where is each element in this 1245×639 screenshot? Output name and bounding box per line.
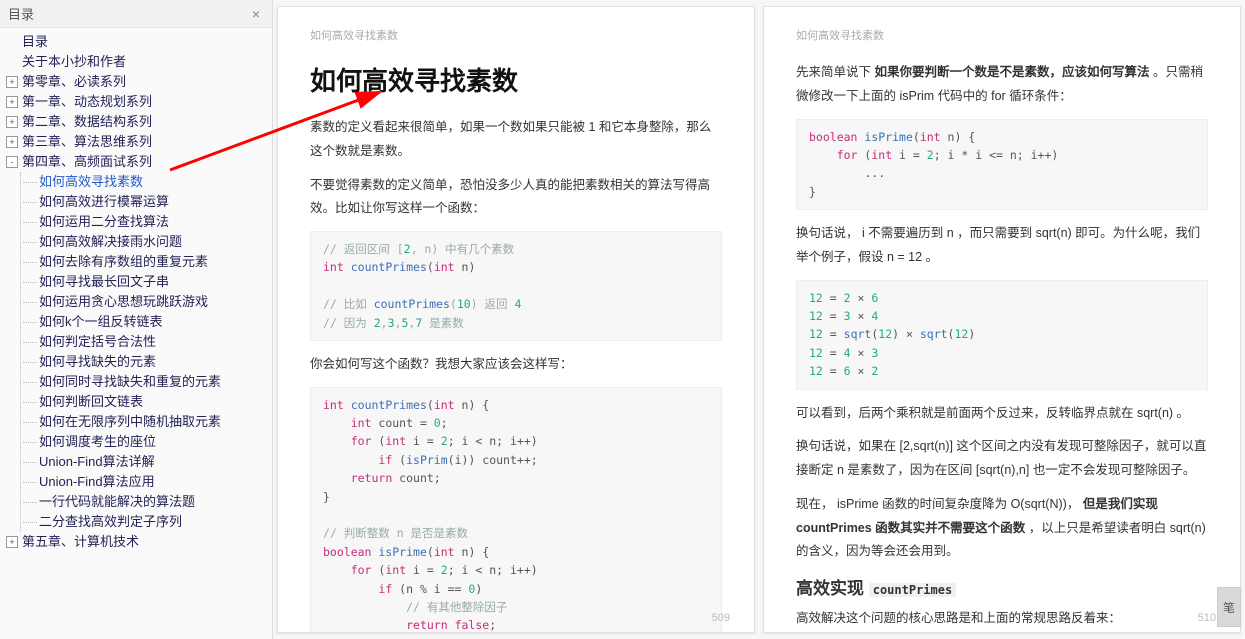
toc-item[interactable]: 如何判断回文链表 [23, 392, 272, 412]
page-number: 510 [1198, 612, 1216, 624]
toc-item[interactable]: 二分查找高效判定子序列 [23, 512, 272, 532]
toc-item-label: 如何高效进行模幂运算 [39, 192, 169, 212]
paragraph: 换句话说，如果在 [2,sqrt(n)] 这个区间之内没有发现可整除因子，就可以… [796, 435, 1208, 483]
collapse-icon[interactable]: - [6, 156, 18, 168]
code-block: int countPrimes(int n) { int count = 0; … [310, 387, 722, 633]
text-bold: 如果你要判断一个数是不是素数，应该如何写算法 [875, 65, 1150, 79]
toc-item[interactable]: 如何在无限序列中随机抽取元素 [23, 412, 272, 432]
close-icon[interactable]: × [248, 6, 264, 22]
toc-item[interactable]: 如何判定括号合法性 [23, 332, 272, 352]
toc-item-label: 如何判断回文链表 [39, 392, 143, 412]
toc-item[interactable]: 如何k个一组反转链表 [23, 312, 272, 332]
toc-item[interactable]: + 第零章、必读系列 [6, 72, 272, 92]
expand-icon[interactable]: + [6, 536, 18, 548]
toc-item-label: 目录 [22, 32, 48, 52]
page-left: 如何高效寻找素数 如何高效寻找素数 素数的定义看起来很简单，如果一个数如果只能被… [277, 6, 755, 633]
toc-item-label: 如何运用贪心思想玩跳跃游戏 [39, 292, 208, 312]
paragraph: 可以看到，后两个乘积就是前面两个反过来，反转临界点就在 sqrt(n) 。 [796, 402, 1208, 426]
running-head: 如何高效寻找素数 [796, 27, 1208, 43]
running-head: 如何高效寻找素数 [310, 27, 722, 43]
toc-item-label: 如何去除有序数组的重复元素 [39, 252, 208, 272]
toc-item[interactable]: 如何调度考生的座位 [23, 432, 272, 452]
toc-item[interactable]: 如何寻找最长回文子串 [23, 272, 272, 292]
toc-item-label: 一行代码就能解决的算法题 [39, 492, 195, 512]
toc-item[interactable]: 关于本小抄和作者 [6, 52, 272, 72]
toc-item[interactable]: + 第五章、计算机技术 [6, 532, 272, 552]
toc-item[interactable]: + 第三章、算法思维系列 [6, 132, 272, 152]
toc-item-label: 如何调度考生的座位 [39, 432, 156, 452]
toc-item[interactable]: + 第二章、数据结构系列 [6, 112, 272, 132]
toc-body: 目录关于本小抄和作者 + 第零章、必读系列 + 第一章、动态规划系列 + 第二章、数据结构系… [0, 28, 272, 639]
paragraph: 换句话说， i 不需要遍历到 n ，而只需要到 sqrt(n) 即可。为什么呢，… [796, 222, 1208, 270]
notes-button-label: 笔 [1223, 599, 1235, 616]
text: 先来简单说下 [796, 65, 871, 79]
code-block: boolean isPrime(int n) { for (int i = 2;… [796, 119, 1208, 211]
page-number: 509 [712, 612, 730, 624]
toc-item-label: 如何运用二分查找算法 [39, 212, 169, 232]
toc-item[interactable]: 如何寻找缺失的元素 [23, 352, 272, 372]
paragraph: 高效解决这个问题的核心思路是和上面的常规思路反着来： [796, 607, 1208, 631]
toc-item-label: 第三章、算法思维系列 [22, 132, 152, 152]
page-right: 如何高效寻找素数 先来简单说下 如果你要判断一个数是不是素数，应该如何写算法 。… [763, 6, 1241, 633]
code-block: 12 = 2 × 6 12 = 3 × 4 12 = sqrt(12) × sq… [796, 280, 1208, 390]
toc-item[interactable]: 目录 [6, 32, 272, 52]
inline-code: countPrimes [869, 583, 956, 597]
toc-header: 目录 × [0, 0, 272, 28]
toc-item[interactable]: 如何同时寻找缺失和重复的元素 [23, 372, 272, 392]
toc-item[interactable]: 如何高效寻找素数 [23, 172, 272, 192]
pages-container: 如何高效寻找素数 如何高效寻找素数 素数的定义看起来很简单，如果一个数如果只能被… [273, 0, 1245, 639]
expand-icon[interactable]: + [6, 96, 18, 108]
toc-item-label: 第五章、计算机技术 [22, 532, 139, 552]
toc-item[interactable]: 如何高效解决接雨水问题 [23, 232, 272, 252]
toc-item-label: 第零章、必读系列 [22, 72, 126, 92]
toc-item-label: 如何高效寻找素数 [39, 172, 143, 192]
page-title: 如何高效寻找素数 [310, 61, 722, 98]
toc-item-label: 第一章、动态规划系列 [22, 92, 152, 112]
toc-item-label: 如何在无限序列中随机抽取元素 [39, 412, 221, 432]
toc-item-label: 关于本小抄和作者 [22, 52, 126, 72]
toc-item[interactable]: 如何运用二分查找算法 [23, 212, 272, 232]
notes-button[interactable]: 笔 [1217, 587, 1241, 627]
expand-icon[interactable]: + [6, 136, 18, 148]
toc-item-label: 如何判定括号合法性 [39, 332, 156, 352]
toc-item-label: 如何同时寻找缺失和重复的元素 [39, 372, 221, 392]
section-heading: 高效实现 countPrimes [796, 574, 1208, 599]
toc-item[interactable]: 如何高效进行模幂运算 [23, 192, 272, 212]
toc-item-label: Union-Find算法详解 [39, 452, 155, 472]
toc-item-label: 如何寻找最长回文子串 [39, 272, 169, 292]
toc-item[interactable]: 如何去除有序数组的重复元素 [23, 252, 272, 272]
toc-item-label: 如何高效解决接雨水问题 [39, 232, 182, 252]
toc-item[interactable]: -第四章、高频面试系列 [6, 152, 272, 172]
toc-item-label: 第二章、数据结构系列 [22, 112, 152, 132]
toc-item-label: 第四章、高频面试系列 [22, 152, 152, 172]
paragraph: 不要觉得素数的定义简单，恐怕没多少人真的能把素数相关的算法写得高效。比如让你写这… [310, 174, 722, 222]
paragraph: 你会如何写这个函数？我想大家应该会这样写： [310, 353, 722, 377]
toc-title: 目录 [8, 4, 34, 23]
paragraph: 现在， isPrime 函数的时间复杂度降为 O(sqrt(N))， 但是我们实… [796, 493, 1208, 564]
toc-item[interactable]: Union-Find算法详解 [23, 452, 272, 472]
toc-item[interactable]: 一行代码就能解决的算法题 [23, 492, 272, 512]
toc-item-label: 如何k个一组反转链表 [39, 312, 163, 332]
toc-panel: 目录 × 目录关于本小抄和作者+第零章、必读系列+第一章、动态规划系列+第二章、… [0, 0, 273, 639]
paragraph: 素数的定义看起来很简单，如果一个数如果只能被 1 和它本身整除，那么这个数就是素… [310, 116, 722, 164]
toc-item-label: Union-Find算法应用 [39, 472, 155, 492]
toc-item-label: 二分查找高效判定子序列 [39, 512, 182, 532]
code-block: // 返回区间 [2, n) 中有几个素数 int countPrimes(in… [310, 231, 722, 341]
toc-item[interactable]: Union-Find算法应用 [23, 472, 272, 492]
toc-item[interactable]: + 第一章、动态规划系列 [6, 92, 272, 112]
text: 现在， isPrime 函数的时间复杂度降为 O(sqrt(N))， [796, 497, 1079, 511]
expand-icon[interactable]: + [6, 76, 18, 88]
toc-item[interactable]: 如何运用贪心思想玩跳跃游戏 [23, 292, 272, 312]
expand-icon[interactable]: + [6, 116, 18, 128]
text: 高效实现 [796, 579, 869, 598]
toc-item-label: 如何寻找缺失的元素 [39, 352, 156, 372]
paragraph: 先来简单说下 如果你要判断一个数是不是素数，应该如何写算法 。只需稍微修改一下上… [796, 61, 1208, 109]
